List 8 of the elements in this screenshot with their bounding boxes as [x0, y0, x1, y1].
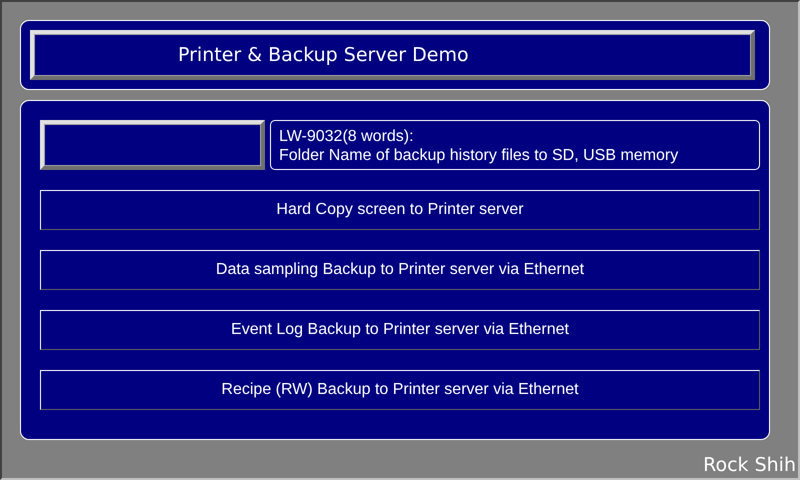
folder-name-field[interactable] — [40, 120, 265, 170]
backup-button[interactable]: Recipe (RW) Backup to Printer server via Ethernet — [40, 370, 760, 410]
backup-button[interactable]: Event Log Backup to Printer server via Ethernet — [40, 310, 760, 350]
screen-title: Printer & Backup Server Demo — [178, 44, 469, 66]
backup-button[interactable]: Data sampling Backup to Printer server via Ethernet — [40, 250, 760, 290]
folder-description: LW-9032(8 words): Folder Name of backup history files to SD, USB memory — [270, 120, 760, 170]
author-signature: Rock Shih — [703, 453, 797, 478]
backup-button[interactable]: Hard Copy screen to Printer server — [40, 190, 760, 230]
